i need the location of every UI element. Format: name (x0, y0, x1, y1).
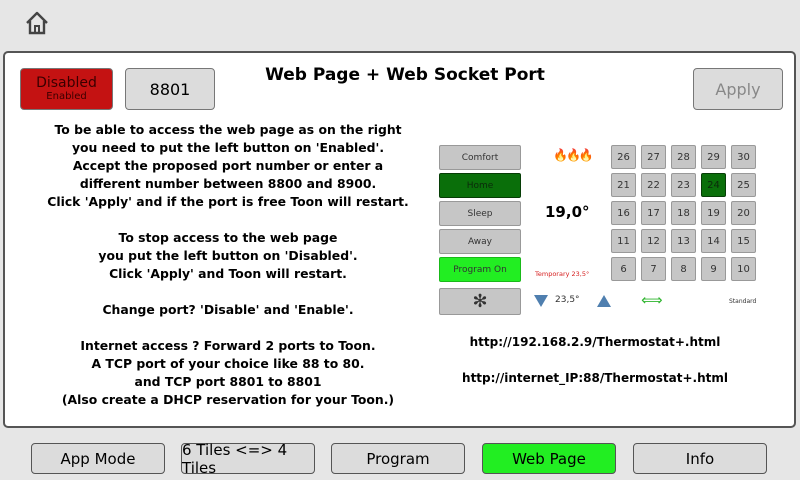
page-title: Web Page + Web Socket Port (265, 65, 545, 85)
instruction-block-change-port: Change port? 'Disable' and 'Enable'. (33, 301, 423, 319)
instruction-block-enable: To be able to access the web page as on … (33, 121, 423, 211)
instruction-line: To be able to access the web page as on … (54, 122, 402, 137)
temperature-cell: 12 (641, 229, 666, 253)
apply-button[interactable]: Apply (693, 68, 783, 110)
instruction-line: and TCP port 8801 to 8801 (134, 374, 322, 389)
temperature-cell: 25 (731, 173, 756, 197)
home-icon (26, 11, 48, 35)
instruction-block-internet: Internet access ? Forward 2 ports to Too… (33, 337, 423, 409)
temperature-cell: 10 (731, 257, 756, 281)
temperature-cell: 30 (731, 145, 756, 169)
decrease-arrow-icon (534, 295, 548, 307)
instruction-line: Accept the proposed port number or enter… (72, 158, 384, 173)
preview-fan-button: ✻ (439, 288, 521, 315)
instruction-line: Click 'Apply' and Toon will restart. (109, 266, 347, 281)
tab-app-mode[interactable]: App Mode (31, 443, 165, 474)
tab-tiles[interactable]: 6 Tiles <=> 4 Tiles (181, 441, 315, 477)
toggle-sub-label: Enabled (46, 91, 87, 103)
instruction-line: Change port? 'Disable' and 'Enable'. (102, 302, 354, 317)
instruction-line: Click 'Apply' and if the port is free To… (47, 194, 409, 209)
instruction-line: you put the left button on 'Disabled'. (98, 248, 358, 263)
internet-url: http://internet_IP:88/Thermostat+.html (462, 371, 728, 385)
preview-program-on: Program On (439, 257, 521, 282)
standard-label: Standard (729, 298, 757, 305)
enable-toggle-button[interactable]: Disabled Enabled (20, 68, 113, 110)
local-url: http://192.168.2.9/Thermostat+.html (469, 335, 721, 349)
instruction-line: A TCP port of your choice like 88 to 80. (91, 356, 365, 371)
temperature-cell: 16 (611, 201, 636, 225)
temperature-cell: 29 (701, 145, 726, 169)
instruction-line: (Also create a DHCP reservation for your… (61, 392, 395, 407)
swap-arrow-icon: ⟺ (641, 291, 663, 309)
temporary-label: Temporary 23,5° (535, 270, 590, 278)
tab-web-page[interactable]: Web Page (482, 443, 616, 474)
temperature-cell: 24 (701, 173, 726, 197)
temperature-cell: 11 (611, 229, 636, 253)
instruction-line: different number between 8800 and 8900. (79, 176, 377, 191)
tab-info[interactable]: Info (633, 443, 767, 474)
flame-icon: 🔥🔥🔥 (553, 148, 594, 162)
temperature-cell: 7 (641, 257, 666, 281)
temperature-cell: 18 (671, 201, 696, 225)
temperature-cell: 19 (701, 201, 726, 225)
preview-mode-sleep: Sleep (439, 201, 521, 226)
instruction-line: you need to put the left button on 'Enab… (71, 140, 385, 155)
instruction-line: To stop access to the web page (118, 230, 338, 245)
temperature-grid: 26 27 28 29 30 21 22 23 24 25 16 17 18 19 20 11 12 13 14 15… (611, 145, 757, 285)
temperature-cell: 13 (671, 229, 696, 253)
temperature-cell: 15 (731, 229, 756, 253)
instruction-block-disable: To stop access to the web page you put t… (33, 229, 423, 283)
home-button[interactable] (24, 10, 50, 36)
thermostat-preview: Comfort Home Sleep Away Program On ✻ 🔥🔥🔥… (437, 145, 757, 315)
preview-mode-away: Away (439, 229, 521, 254)
temperature-cell: 9 (701, 257, 726, 281)
preview-mode-home: Home (439, 173, 521, 198)
temperature-cell: 26 (611, 145, 636, 169)
temperature-cell: 21 (611, 173, 636, 197)
temperature-cell: 20 (731, 201, 756, 225)
temperature-cell: 27 (641, 145, 666, 169)
temperature-cell: 23 (671, 173, 696, 197)
tab-program[interactable]: Program (331, 443, 465, 474)
toggle-state-label: Disabled (36, 74, 97, 91)
web-page-panel: Disabled Enabled 8801 Web Page + Web Soc… (3, 51, 796, 428)
asterisk-icon: ✻ (472, 291, 488, 312)
temperature-cell: 8 (671, 257, 696, 281)
temperature-cell: 14 (701, 229, 726, 253)
temperature-cell: 17 (641, 201, 666, 225)
setpoint-value: 23,5° (555, 295, 580, 305)
instruction-line: Internet access ? Forward 2 ports to Too… (80, 338, 376, 353)
temperature-cell: 22 (641, 173, 666, 197)
temperature-cell: 6 (611, 257, 636, 281)
temperature-cell: 28 (671, 145, 696, 169)
current-temperature: 19,0° (545, 203, 590, 221)
instructions-text: To be able to access the web page as on … (33, 121, 423, 409)
port-number-button[interactable]: 8801 (125, 68, 215, 110)
preview-mode-comfort: Comfort (439, 145, 521, 170)
increase-arrow-icon (597, 295, 611, 307)
